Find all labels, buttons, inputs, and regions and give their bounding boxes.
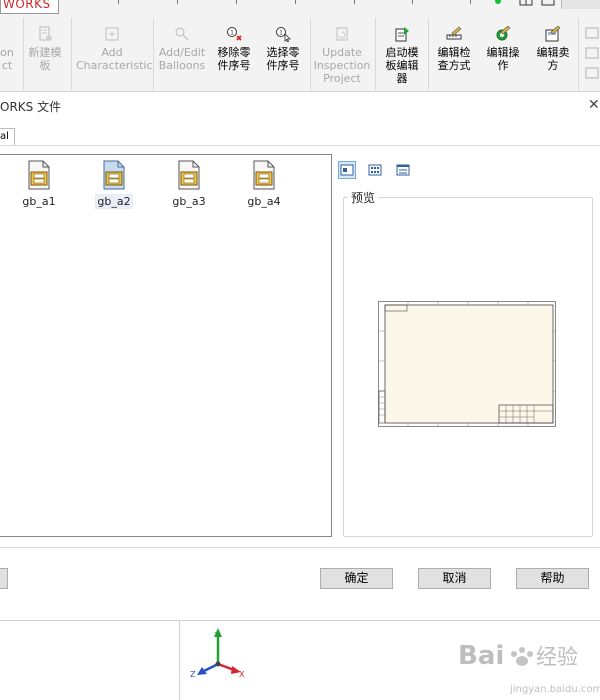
remove-balloon-icon: 1	[227, 27, 242, 41]
drawing-template-icon	[178, 160, 200, 190]
strip-divider	[177, 0, 178, 4]
large-icons-icon	[340, 164, 354, 176]
baidu-watermark: Bai 经验 jingyan.baidu.com	[458, 641, 600, 695]
update-inspection-project-button[interactable]: Update Inspection Project	[313, 26, 371, 90]
paw-icon	[511, 647, 533, 666]
panel-divider	[179, 620, 180, 700]
list-view-button[interactable]	[366, 161, 384, 179]
strip-divider	[412, 0, 413, 4]
select-part-number-button[interactable]: 1 选择零 件序号	[259, 26, 307, 90]
details-view-button[interactable]	[394, 161, 412, 179]
overflow-tools-icon[interactable]	[584, 26, 600, 86]
window-control-area	[561, 0, 600, 9]
edit-inspection-method-button[interactable]: 编辑检 查方式	[431, 26, 477, 90]
file-item-gb-a4[interactable]: gb_a4	[234, 160, 294, 209]
file-item-gb-a3[interactable]: gb_a3	[159, 160, 219, 209]
drawing-template-icon	[28, 160, 50, 190]
tab-strip-line	[0, 145, 600, 146]
balloon-icon	[175, 27, 189, 41]
strip-divider	[470, 0, 471, 4]
y-axis-label: Y	[214, 631, 220, 640]
add-edit-balloons-button[interactable]: Add/Edit Balloons	[156, 26, 208, 90]
template-editor-icon	[395, 27, 409, 42]
ribbon-separator	[310, 18, 311, 90]
file-list-panel	[0, 154, 332, 537]
new-template-button[interactable]: 新建模 板	[24, 26, 66, 90]
file-name: gb_a4	[247, 195, 281, 208]
edit-operation-button[interactable]: 编辑操 作	[480, 26, 526, 90]
axis-triad: Y X Z	[190, 628, 245, 679]
strip-divider	[354, 0, 355, 4]
add-characteristic-icon	[105, 27, 119, 41]
help-button[interactable]: 帮助	[516, 568, 589, 589]
ribbon-separator	[71, 18, 72, 90]
left-button[interactable]	[0, 568, 8, 589]
file-name: gb_a3	[172, 195, 206, 208]
preview-label: 预览	[348, 189, 379, 206]
watermark-brand: Bai	[458, 641, 504, 671]
update-project-icon	[336, 27, 348, 41]
add-characteristic-button[interactable]: Add Characteristic	[76, 26, 153, 90]
edit-operation-icon	[496, 26, 511, 41]
drawing-sheet-preview	[378, 301, 556, 427]
list-view-icon	[368, 164, 382, 176]
ribbon-separator	[428, 18, 429, 90]
watermark-jingyan: 经验	[536, 645, 578, 669]
ok-button[interactable]: 确定	[320, 568, 393, 589]
launch-template-editor-button[interactable]: 启动模 板编辑 器	[378, 26, 426, 90]
strip-divider	[236, 0, 237, 4]
ribbon-button-cut[interactable]: on ct	[0, 26, 22, 90]
strip-divider	[295, 0, 296, 4]
file-name: gb_a1	[22, 195, 56, 208]
details-view-icon	[396, 164, 410, 176]
close-icon[interactable]: ✕	[588, 97, 600, 113]
green-dot-icon	[495, 0, 501, 4]
large-icons-view-button[interactable]	[338, 161, 356, 179]
tile-window-icon[interactable]	[541, 0, 557, 8]
dialog-title: ORKS 文件	[0, 100, 62, 114]
svg-text:1: 1	[230, 30, 234, 37]
drawing-template-icon	[253, 160, 275, 190]
tab-general[interactable]: al	[0, 128, 15, 145]
file-item-gb-a1[interactable]: gb_a1	[9, 160, 69, 209]
select-balloon-icon: 1	[276, 27, 291, 42]
x-axis-label: X	[239, 670, 245, 679]
remove-part-number-button[interactable]: 1 移除零 件序号	[210, 26, 258, 90]
top-toolbar-strip	[0, 0, 600, 11]
strip-divider	[118, 0, 119, 4]
z-axis-label: Z	[190, 670, 196, 679]
drawing-template-icon	[103, 160, 125, 190]
ribbon-separator	[153, 18, 154, 90]
edit-vendor-icon	[545, 26, 561, 42]
svg-text:1: 1	[279, 30, 283, 37]
file-name: gb_a2	[95, 194, 133, 209]
ribbon-separator	[375, 18, 376, 90]
edit-method-icon	[446, 26, 462, 40]
blank-icon	[0, 26, 15, 42]
watermark-url: jingyan.baidu.com	[509, 684, 600, 695]
new-template-icon	[39, 26, 52, 41]
app-brand-tab[interactable]: WORKS	[0, 0, 59, 14]
dialog-separator	[0, 547, 600, 548]
restore-window-icon[interactable]	[519, 0, 535, 8]
cancel-button[interactable]: 取消	[418, 568, 491, 589]
file-item-gb-a2[interactable]: gb_a2	[84, 160, 144, 209]
edit-vendor-button[interactable]: 编辑卖 方	[530, 26, 576, 90]
ribbon-separator	[578, 18, 579, 90]
